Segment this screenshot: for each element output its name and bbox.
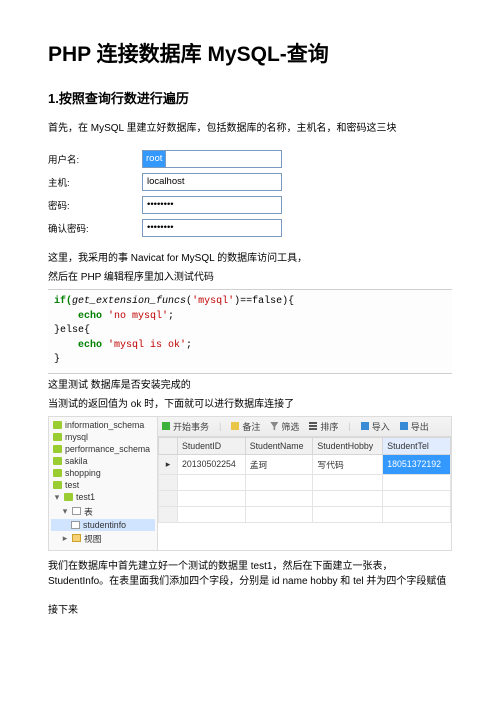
tree-node-test1[interactable]: ▾test1 bbox=[51, 491, 155, 504]
page-title: PHP 连接数据库 MySQL-查询 bbox=[48, 38, 452, 68]
pwd2-field[interactable]: •••••••• bbox=[142, 219, 282, 237]
code-str-nomysql: 'no mysql' bbox=[108, 311, 168, 322]
navicat-panel: information_schema mysql performance_sch… bbox=[48, 416, 452, 551]
pwd-field[interactable]: •••••••• bbox=[142, 196, 282, 214]
after-code-line2: 当测试的返回值为 ok 时，下面就可以进行数据库连接了 bbox=[48, 397, 452, 412]
table-folder-icon bbox=[72, 507, 81, 515]
import-button[interactable]: 导入 bbox=[361, 420, 390, 433]
db-icon bbox=[64, 493, 73, 501]
section-heading-1: 1.按照查询行数进行遍历 bbox=[48, 88, 452, 107]
tree-node-test[interactable]: test bbox=[51, 479, 155, 491]
tree-node-sakila[interactable]: sakila bbox=[51, 455, 155, 467]
intro-paragraph: 首先，在 MySQL 里建立好数据库，包括数据库的名称，主机名，和密码这三块 bbox=[48, 121, 452, 136]
pwd2-label: 确认密码: bbox=[48, 221, 118, 235]
tree-node-tables[interactable]: ▾表 bbox=[51, 504, 155, 519]
filter-icon bbox=[270, 422, 278, 430]
table-header-row: StudentID StudentName StudentHobby Stude… bbox=[159, 437, 451, 454]
export-icon bbox=[400, 422, 408, 430]
code-str-ok: 'mysql is ok' bbox=[108, 340, 186, 351]
db-icon bbox=[53, 457, 62, 465]
folder-icon bbox=[72, 534, 81, 542]
sort-icon bbox=[309, 422, 317, 430]
col-studentname[interactable]: StudentName bbox=[245, 437, 313, 454]
code-echo1: echo bbox=[54, 311, 108, 322]
col-studentid[interactable]: StudentID bbox=[178, 437, 246, 454]
tree-node-perf-schema[interactable]: performance_schema bbox=[51, 443, 155, 455]
data-grid[interactable]: 开始事务 | 备注 筛选 排序 | 导入 导出 StudentID Studen… bbox=[158, 417, 451, 550]
note-button[interactable]: 备注 bbox=[231, 420, 260, 433]
user-label: 用户名: bbox=[48, 152, 118, 166]
chevron-down-icon[interactable]: ▾ bbox=[53, 492, 61, 503]
db-icon bbox=[53, 433, 62, 441]
mysql-form: 用户名: root 主机: localhost 密码: •••••••• 确认密… bbox=[48, 150, 452, 237]
tree-node-studentinfo[interactable]: studentinfo bbox=[51, 519, 155, 531]
begin-txn-button[interactable]: 开始事务 bbox=[162, 420, 209, 433]
db-icon bbox=[53, 445, 62, 453]
export-button[interactable]: 导出 bbox=[400, 420, 429, 433]
user-field[interactable]: root bbox=[142, 150, 282, 168]
tree-node-shopping[interactable]: shopping bbox=[51, 467, 155, 479]
filter-button[interactable]: 筛选 bbox=[270, 420, 299, 433]
host-field[interactable]: localhost bbox=[142, 173, 282, 191]
db-tree[interactable]: information_schema mysql performance_sch… bbox=[49, 417, 158, 550]
chevron-down-icon[interactable]: ▾ bbox=[61, 506, 69, 517]
code-block: if(get_extension_funcs('mysql')==false){… bbox=[48, 289, 452, 374]
row-marker: ▸ bbox=[159, 454, 178, 474]
grid-toolbar: 开始事务 | 备注 筛选 排序 | 导入 导出 bbox=[158, 417, 451, 437]
code-echo2: echo bbox=[54, 340, 108, 351]
db-icon bbox=[53, 469, 62, 477]
table-icon bbox=[71, 521, 80, 529]
note-icon bbox=[231, 422, 239, 430]
play-icon bbox=[162, 422, 170, 430]
empty-row bbox=[159, 474, 451, 490]
host-label: 主机: bbox=[48, 175, 118, 189]
after-code-line1: 这里测试 数据库是否安装完成的 bbox=[48, 378, 452, 393]
code-if: if( bbox=[54, 296, 72, 307]
last-line: 接下来 bbox=[48, 603, 452, 618]
db-icon bbox=[53, 481, 62, 489]
after-navicat-paragraph: 我们在数据库中首先建立好一个测试的数据里 test1，然后在下面建立一张表，St… bbox=[48, 559, 452, 589]
code-else: }else{ bbox=[54, 325, 90, 336]
code-str-mysql: 'mysql' bbox=[192, 296, 234, 307]
empty-row bbox=[159, 490, 451, 506]
col-studenttel[interactable]: StudentTel bbox=[383, 437, 451, 454]
tree-node-mysql[interactable]: mysql bbox=[51, 431, 155, 443]
tree-node-views[interactable]: ▸视图 bbox=[51, 531, 155, 546]
cell-studentid[interactable]: 20130502254 bbox=[178, 454, 246, 474]
code-endif: } bbox=[54, 354, 60, 365]
db-icon bbox=[53, 421, 62, 429]
sort-button[interactable]: 排序 bbox=[309, 420, 338, 433]
after-form-line1: 这里，我采用的事 Navicat for MySQL 的数据库访问工具， bbox=[48, 251, 452, 266]
empty-row bbox=[159, 506, 451, 522]
code-fn: get_extension_funcs bbox=[72, 296, 186, 307]
table-row[interactable]: ▸ 20130502254 孟珂 写代码 18051372192 bbox=[159, 454, 451, 474]
pwd-label: 密码: bbox=[48, 198, 118, 212]
user-value: root bbox=[142, 150, 166, 168]
col-studenthobby[interactable]: StudentHobby bbox=[313, 437, 383, 454]
after-form-line2: 然后在 PHP 编辑程序里加入测试代码 bbox=[48, 270, 452, 285]
tree-node-info-schema[interactable]: information_schema bbox=[51, 419, 155, 431]
cell-studenttel[interactable]: 18051372192 bbox=[383, 454, 451, 474]
chevron-right-icon[interactable]: ▸ bbox=[61, 533, 69, 544]
cell-studentname[interactable]: 孟珂 bbox=[245, 454, 313, 474]
cell-studenthobby[interactable]: 写代码 bbox=[313, 454, 383, 474]
import-icon bbox=[361, 422, 369, 430]
